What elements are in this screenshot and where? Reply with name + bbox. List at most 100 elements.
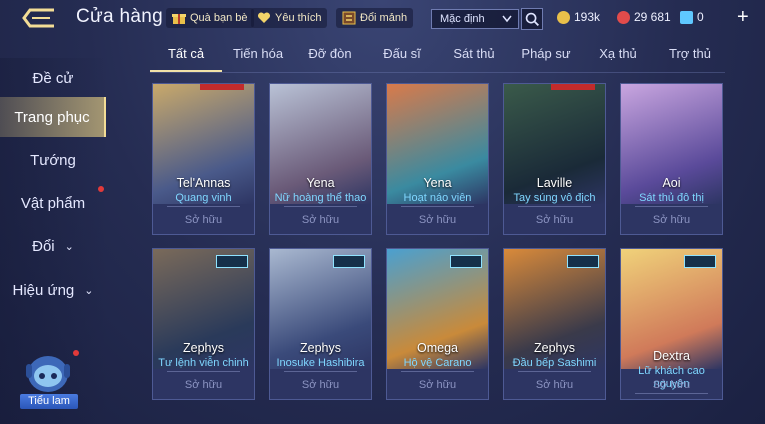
skin-card[interactable]: Yena Nữ hoàng thể thao Sở hữu bbox=[269, 83, 372, 235]
ruby-icon bbox=[617, 10, 630, 24]
gold-currency: 193k bbox=[557, 10, 600, 24]
sidebar-item-effects[interactable]: Hiệu ứng ⌄ bbox=[0, 270, 106, 310]
ruby-amount: 29 681 bbox=[634, 10, 671, 24]
hero-name: Zephys bbox=[300, 341, 341, 355]
hero-name: Tel'Annas bbox=[176, 176, 231, 190]
card-divider bbox=[518, 206, 591, 207]
tab-all[interactable]: Tất cả bbox=[150, 46, 222, 72]
owned-status: Sở hữu bbox=[535, 214, 574, 226]
chevron-down-icon bbox=[502, 15, 512, 23]
card-divider bbox=[284, 206, 357, 207]
exchange-shards-button[interactable]: Đổi mảnh bbox=[336, 8, 414, 28]
notification-dot bbox=[73, 350, 79, 356]
search-icon[interactable] bbox=[521, 8, 543, 30]
skin-card[interactable]: Omega Hộ vệ Carano Sở hữu bbox=[386, 248, 489, 400]
card-divider bbox=[518, 371, 591, 372]
exchange-icon bbox=[342, 11, 356, 25]
owned-status: Sở hữu bbox=[301, 214, 340, 226]
card-divider bbox=[635, 206, 708, 207]
category-tabs: Tất cả Tiến hóa Đỡ đòn Đấu sĩ Sát thủ Ph… bbox=[150, 46, 730, 72]
card-divider bbox=[284, 371, 357, 372]
tab-tank[interactable]: Đỡ đòn bbox=[294, 46, 366, 72]
ruby-currency: 29 681 bbox=[617, 10, 671, 24]
skin-card[interactable]: Laville Tay súng vô địch Sở hữu bbox=[503, 83, 606, 235]
tab-mage[interactable]: Pháp sư bbox=[510, 46, 582, 72]
tab-divider bbox=[150, 72, 725, 73]
hero-name: Omega bbox=[417, 341, 458, 355]
card-divider bbox=[635, 393, 708, 394]
sidebar-item-heroes[interactable]: Tướng bbox=[0, 140, 106, 180]
skin-card[interactable]: Dextra Lữ khách cao nguyên Sở hữu bbox=[620, 248, 723, 400]
skin-name: Quang vinh bbox=[175, 192, 232, 204]
hero-name: Zephys bbox=[534, 341, 575, 355]
skin-card[interactable]: Zephys Inosuke Hashibira Sở hữu bbox=[269, 248, 372, 400]
robot-mascot-icon bbox=[26, 356, 70, 392]
owned-status: Sở hữu bbox=[652, 214, 691, 226]
tier-badge-icon bbox=[567, 255, 599, 268]
owned-status: Sở hữu bbox=[184, 379, 223, 391]
tieu-lam-label: Tiểu lam bbox=[20, 394, 78, 409]
owned-status: Sở hữu bbox=[418, 379, 457, 391]
ribbon-decoration bbox=[200, 84, 244, 90]
sidebar-item-label: Đổi bbox=[32, 237, 55, 255]
skin-name: Tay súng vô địch bbox=[513, 192, 596, 204]
skin-name: Nữ hoàng thể thao bbox=[274, 192, 367, 204]
add-currency-button[interactable]: + bbox=[737, 6, 749, 29]
tab-evolution[interactable]: Tiến hóa bbox=[222, 46, 294, 72]
card-divider bbox=[401, 371, 474, 372]
card-divider bbox=[167, 206, 240, 207]
tab-assassin[interactable]: Sát thủ bbox=[438, 46, 510, 72]
favorites-button[interactable]: Yêu thích bbox=[251, 8, 328, 28]
exchange-shards-label: Đổi mảnh bbox=[360, 12, 408, 24]
hero-name: Aoi bbox=[662, 176, 681, 190]
tier-badge-icon bbox=[216, 255, 248, 268]
sidebar-item-skins[interactable]: Trang phục bbox=[0, 97, 106, 137]
skin-card[interactable]: Aoi Sát thủ đô thị Sở hữu bbox=[620, 83, 723, 235]
skin-name: Tư lệnh viễn chinh bbox=[158, 357, 249, 369]
gold-coin-icon bbox=[557, 10, 570, 24]
voucher-amount: 0 bbox=[697, 10, 704, 24]
skin-name: Sát thủ đô thị bbox=[639, 192, 704, 204]
tier-badge-icon bbox=[333, 255, 365, 268]
sidebar-item-exchange[interactable]: Đổi ⌄ bbox=[0, 226, 106, 266]
hero-name: Zephys bbox=[183, 341, 224, 355]
chevron-down-icon: ⌄ bbox=[84, 284, 94, 297]
back-arrow-icon[interactable] bbox=[20, 6, 60, 30]
top-bar: Cửa hàng Quà bạn bè Yêu thích Đổi mảnh M… bbox=[0, 0, 765, 36]
tieu-lam-assistant-button[interactable]: Tiểu lam bbox=[16, 350, 80, 412]
sidebar-item-label: Vật phẩm bbox=[20, 194, 86, 212]
owned-status: Sở hữu bbox=[535, 379, 574, 391]
hero-name: Laville bbox=[536, 176, 573, 190]
sidebar-item-label: Đề cử bbox=[32, 69, 74, 87]
skin-name: Hộ vệ Carano bbox=[403, 357, 472, 369]
chevron-down-icon: ⌄ bbox=[64, 240, 74, 253]
heart-icon bbox=[257, 12, 271, 23]
card-divider bbox=[167, 371, 240, 372]
owned-status: Sở hữu bbox=[418, 214, 457, 226]
sidebar-item-label: Trang phục bbox=[14, 108, 90, 126]
sidebar-item-label: Tướng bbox=[30, 151, 76, 169]
ribbon-decoration bbox=[551, 84, 595, 90]
tab-support[interactable]: Trợ thủ bbox=[654, 46, 726, 72]
favorites-label: Yêu thích bbox=[275, 12, 322, 24]
tier-badge-icon bbox=[450, 255, 482, 268]
skin-name: Hoạt náo viên bbox=[403, 192, 472, 204]
sidebar-item-items[interactable]: Vật phẩm bbox=[0, 183, 106, 223]
sidebar-item-label: Hiệu ứng bbox=[12, 281, 75, 299]
tab-marksman[interactable]: Xạ thủ bbox=[582, 46, 654, 72]
friend-gift-button[interactable]: Quà bạn bè bbox=[166, 8, 254, 28]
sort-select[interactable]: Mặc định bbox=[431, 9, 519, 29]
gift-icon bbox=[172, 14, 186, 24]
skin-card[interactable]: Yena Hoạt náo viên Sở hữu bbox=[386, 83, 489, 235]
skin-card[interactable]: Tel'Annas Quang vinh Sở hữu bbox=[152, 83, 255, 235]
notification-dot bbox=[98, 186, 104, 192]
skin-card[interactable]: Zephys Tư lệnh viễn chinh Sở hữu bbox=[152, 248, 255, 400]
skin-name: Inosuke Hashibira bbox=[276, 357, 365, 369]
tab-warrior[interactable]: Đấu sĩ bbox=[366, 46, 438, 72]
hero-name: Yena bbox=[423, 176, 452, 190]
page-title: Cửa hàng bbox=[76, 6, 163, 27]
skin-card[interactable]: Zephys Đầu bếp Sashimi Sở hữu bbox=[503, 248, 606, 400]
voucher-currency: 0 bbox=[680, 10, 704, 24]
sidebar-item-recommended[interactable]: Đề cử bbox=[0, 58, 106, 98]
hero-name: Dextra bbox=[653, 349, 690, 363]
